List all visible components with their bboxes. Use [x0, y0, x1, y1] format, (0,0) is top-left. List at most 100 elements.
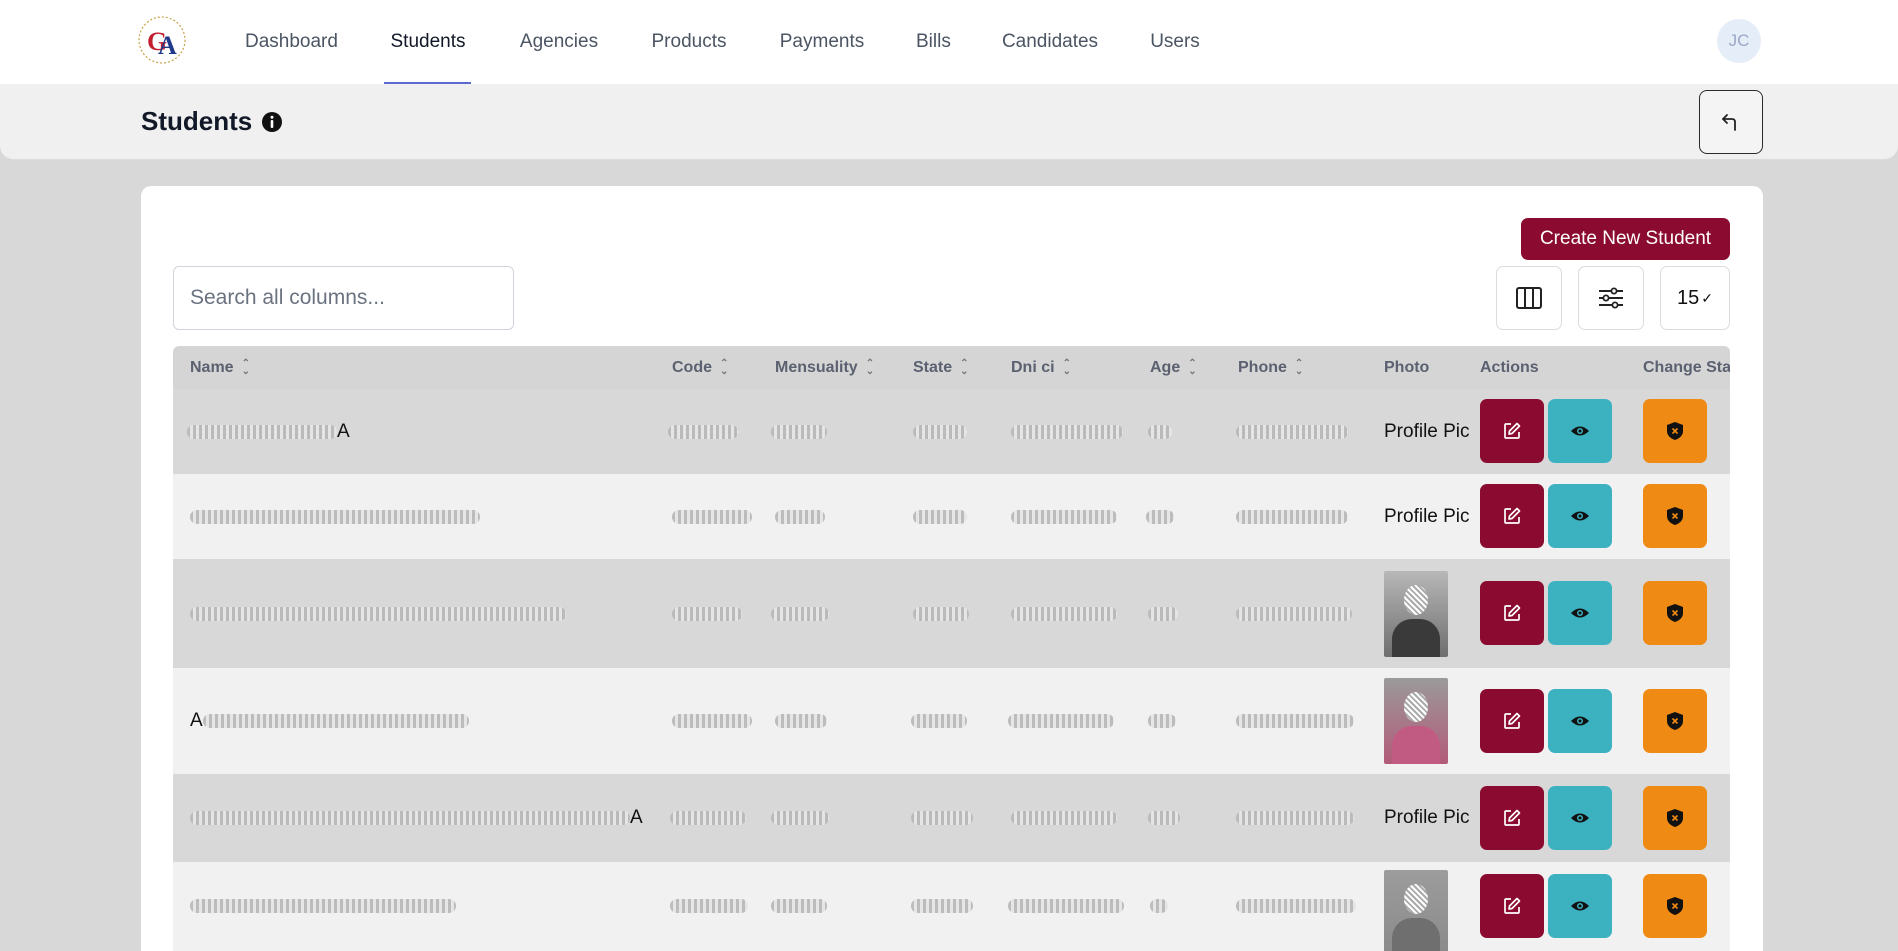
shield-x-icon	[1667, 712, 1683, 730]
mensuality-cell	[775, 474, 825, 559]
nav-agencies[interactable]: Agencies	[519, 0, 599, 84]
page-header	[0, 84, 1898, 160]
eye-icon	[1571, 901, 1589, 911]
column-header-code[interactable]: Code ⌃ ⌄	[672, 346, 728, 389]
column-header-name[interactable]: Name ⌃ ⌄	[190, 346, 250, 389]
view-button[interactable]	[1548, 484, 1612, 548]
filter-button[interactable]	[1578, 266, 1644, 330]
mensuality-cell	[771, 559, 829, 668]
code-cell	[672, 668, 752, 774]
table-row[interactable]	[173, 862, 1730, 951]
avatar[interactable]: JC	[1717, 19, 1761, 63]
view-button[interactable]	[1548, 399, 1612, 463]
columns-icon	[1516, 287, 1542, 309]
dni-cell	[1011, 774, 1117, 862]
state-cell	[913, 389, 967, 474]
nav-students[interactable]: Students	[389, 0, 467, 84]
mensuality-cell	[771, 774, 829, 862]
columns-button[interactable]	[1496, 266, 1562, 330]
column-header-phone[interactable]: Phone ⌃ ⌄	[1238, 346, 1303, 389]
phone-cell	[1236, 559, 1352, 668]
column-header-mensuality[interactable]: Mensuality ⌃ ⌄	[775, 346, 874, 389]
edit-button[interactable]	[1480, 399, 1544, 463]
column-header-photo: Photo	[1384, 359, 1430, 376]
sort-icon: ⌃ ⌄	[1188, 357, 1197, 377]
students-table: Name ⌃ ⌄ Code ⌃ ⌄ Mensuality ⌃ ⌄ State ⌃ ⌄ Dni c…	[173, 346, 1730, 951]
age-cell	[1148, 559, 1178, 668]
age-cell	[1146, 474, 1174, 559]
shield-x-icon	[1667, 422, 1683, 440]
sort-icon: ⌃ ⌄	[865, 357, 875, 377]
nav-products[interactable]: Products	[650, 0, 728, 84]
page-size-select[interactable]: 15 ✓	[1660, 266, 1730, 330]
edit-icon	[1504, 422, 1521, 439]
nav-bills[interactable]: Bills	[916, 0, 951, 84]
back-button[interactable]	[1699, 90, 1763, 154]
table-row[interactable]: Profile Pic	[173, 474, 1730, 559]
phone-cell	[1236, 862, 1356, 950]
name-cell	[190, 862, 456, 950]
change-state-button[interactable]	[1643, 484, 1707, 548]
eye-icon	[1571, 716, 1589, 726]
edit-icon	[1504, 604, 1521, 621]
student-photo	[1384, 870, 1448, 951]
photo-cell: Profile Pic	[1384, 420, 1470, 442]
table-row[interactable]: A Profile Pic	[173, 389, 1730, 474]
view-button[interactable]	[1548, 786, 1612, 850]
column-header-dni[interactable]: Dni ci ⌃ ⌄	[1011, 346, 1071, 389]
edit-button[interactable]	[1480, 874, 1544, 938]
nav-payments[interactable]: Payments	[779, 0, 865, 84]
sort-icon: ⌃ ⌄	[960, 357, 969, 377]
sort-icon: ⌃ ⌄	[1062, 357, 1071, 377]
change-state-button[interactable]	[1643, 689, 1707, 753]
edit-button[interactable]	[1480, 581, 1544, 645]
dni-cell	[1011, 389, 1123, 474]
age-cell	[1150, 862, 1168, 950]
table-row[interactable]: A Profile Pic	[173, 774, 1730, 862]
edit-icon	[1504, 507, 1521, 524]
photo-cell	[1384, 559, 1448, 668]
edit-button[interactable]	[1480, 484, 1544, 548]
edit-button[interactable]	[1480, 689, 1544, 753]
name-cell: A	[190, 668, 469, 774]
back-arrow-icon	[1722, 114, 1736, 131]
change-state-button[interactable]	[1643, 874, 1707, 938]
change-state-button[interactable]	[1643, 581, 1707, 645]
column-header-state[interactable]: State ⌃ ⌄	[913, 346, 969, 389]
age-cell	[1148, 668, 1176, 774]
mensuality-cell	[771, 862, 827, 950]
nav-candidates[interactable]: Candidates	[1001, 0, 1099, 84]
create-new-student-button[interactable]: Create New Student	[1521, 218, 1730, 260]
search-input[interactable]	[173, 266, 514, 330]
edit-button[interactable]	[1480, 786, 1544, 850]
view-button[interactable]	[1548, 581, 1612, 645]
nav-users[interactable]: Users	[1150, 0, 1200, 84]
name-cell: A	[187, 389, 350, 474]
nav-dashboard[interactable]: Dashboard	[245, 0, 338, 84]
name-cell	[190, 474, 480, 559]
table-row[interactable]: A	[173, 668, 1730, 774]
sort-icon: ⌃ ⌄	[720, 357, 729, 377]
phone-cell	[1236, 668, 1354, 774]
logo[interactable]: G A	[136, 14, 188, 66]
name-cell	[190, 559, 566, 668]
student-photo	[1384, 570, 1448, 657]
code-cell	[672, 559, 742, 668]
phone-cell	[1236, 474, 1348, 559]
eye-icon	[1571, 813, 1589, 823]
table-row[interactable]	[173, 559, 1730, 668]
view-button[interactable]	[1548, 874, 1612, 938]
shield-x-icon	[1667, 897, 1683, 915]
state-cell	[913, 474, 967, 559]
info-icon[interactable]	[261, 111, 283, 133]
view-button[interactable]	[1548, 689, 1612, 753]
change-state-button[interactable]	[1643, 786, 1707, 850]
change-state-button[interactable]	[1643, 399, 1707, 463]
edit-icon	[1504, 897, 1521, 914]
column-header-age[interactable]: Age ⌃ ⌄	[1150, 346, 1197, 389]
shield-x-icon	[1667, 809, 1683, 827]
mensuality-cell	[771, 389, 827, 474]
column-header-actions: Actions	[1480, 359, 1539, 376]
state-cell	[913, 559, 969, 668]
chevron-down-icon: ✓	[1701, 289, 1713, 306]
